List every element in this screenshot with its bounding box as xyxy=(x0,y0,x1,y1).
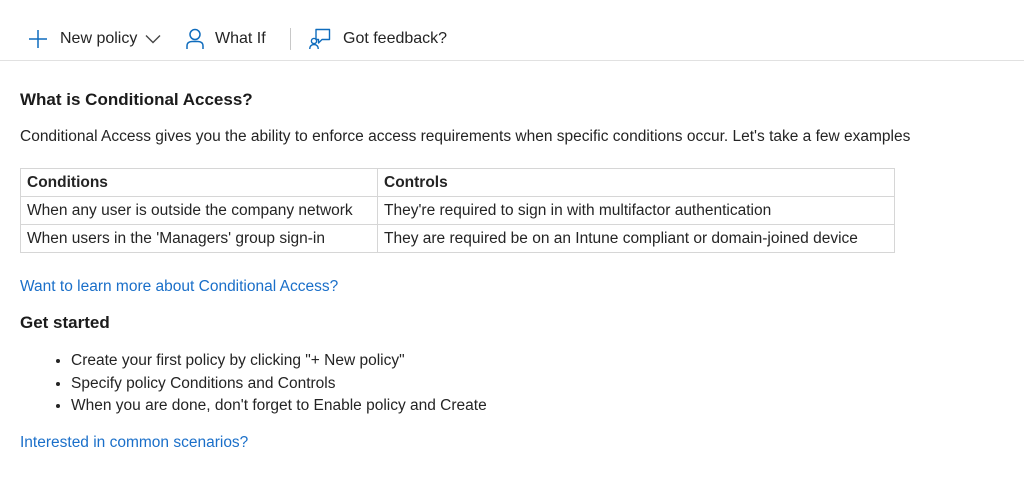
table-row: When users in the 'Managers' group sign-… xyxy=(20,224,895,253)
new-policy-button[interactable]: New policy xyxy=(28,25,161,53)
get-started-list: Create your first policy by clicking "+ … xyxy=(20,350,487,418)
learn-more-link[interactable]: Want to learn more about Conditional Acc… xyxy=(20,278,338,296)
common-scenarios-link[interactable]: Interested in common scenarios? xyxy=(20,434,248,452)
person-icon xyxy=(185,28,205,50)
list-item: Specify policy Conditions and Controls xyxy=(71,373,487,396)
get-started-heading: Get started xyxy=(20,313,110,332)
table-cell-control: They are required be on an Intune compli… xyxy=(377,224,895,253)
list-item: When you are done, don't forget to Enabl… xyxy=(71,395,487,418)
new-policy-label: New policy xyxy=(60,30,138,47)
what-if-label: What If xyxy=(215,30,266,47)
toolbar-divider xyxy=(290,28,291,50)
table-row: When any user is outside the company net… xyxy=(20,196,895,225)
table-cell-condition: When any user is outside the company net… xyxy=(20,196,378,225)
list-item: Create your first policy by clicking "+ … xyxy=(71,350,487,373)
feedback-icon xyxy=(309,28,331,50)
table-cell-condition: When users in the 'Managers' group sign-… xyxy=(20,224,378,253)
column-header-controls: Controls xyxy=(377,168,895,197)
table-cell-control: They're required to sign in with multifa… xyxy=(377,196,895,225)
what-if-button[interactable]: What If xyxy=(185,25,266,53)
chevron-down-icon[interactable] xyxy=(145,34,161,44)
column-header-conditions: Conditions xyxy=(20,168,378,197)
examples-table: Conditions Controls When any user is out… xyxy=(20,168,895,253)
table-header-row: Conditions Controls xyxy=(20,168,895,197)
command-bar: New policy What If Got feedback? xyxy=(0,0,1024,61)
page-title: What is Conditional Access? xyxy=(20,90,253,109)
plus-icon xyxy=(28,29,48,49)
feedback-label: Got feedback? xyxy=(343,30,448,47)
intro-text: Conditional Access gives you the ability… xyxy=(20,128,911,145)
feedback-button[interactable]: Got feedback? xyxy=(309,25,447,53)
